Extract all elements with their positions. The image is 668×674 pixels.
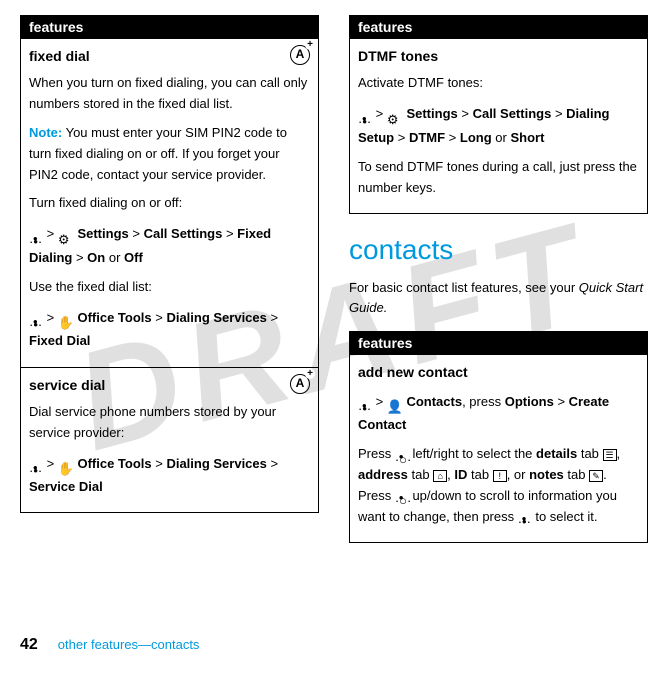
fixed-dial-note: Note: You must enter your SIM PIN2 code … — [29, 123, 310, 185]
t3: tab — [467, 467, 492, 482]
note-label: Note: — [29, 125, 62, 140]
d2: left/right to select the — [409, 446, 536, 461]
tools-icon: ✋ — [58, 457, 74, 471]
press-label: , press — [462, 394, 501, 409]
or-label: or — [495, 130, 507, 145]
call-settings-label: Call Settings — [473, 106, 552, 121]
nav-key-icon: ·○· — [395, 491, 409, 501]
contacts-label: Contacts — [406, 394, 462, 409]
add-contact-path: ·•· > 👤 Contacts, press Options > Create… — [358, 390, 639, 437]
fixed-dial-desc: When you turn on fixed dialing, you can … — [29, 73, 310, 115]
contacts-para: For basic contact list features, see you… — [349, 278, 648, 320]
on-label: On — [87, 250, 105, 265]
right-header2: features — [350, 332, 647, 354]
fixed-dial-path2: ·•· > ✋ Office Tools > Dialing Services … — [29, 306, 310, 353]
address-tab-icon: ⌂ — [433, 470, 447, 482]
t4: tab — [564, 467, 589, 482]
dtmf-label: DTMF — [409, 130, 445, 145]
options-label: Options — [505, 394, 554, 409]
operator-icon: A — [290, 374, 310, 394]
dtmf-title: DTMF tones — [358, 45, 438, 67]
fixed-dial-label: Fixed Dial — [29, 333, 90, 348]
t1: tab — [577, 446, 602, 461]
or-label: or — [109, 250, 121, 265]
page-footer: 42 other features—contacts — [20, 636, 199, 654]
footer-text: other features—contacts — [58, 637, 200, 652]
contacts-para1: For basic contact list features, see you… — [349, 280, 579, 295]
center-key-icon: ·•· — [358, 110, 372, 120]
notes-label: notes — [529, 467, 564, 482]
dialing-services-label: Dialing Services — [166, 456, 266, 471]
fixed-dial-title: fixed dial — [29, 45, 90, 67]
add-contact-desc: Press ·○· left/right to select the detai… — [358, 444, 639, 527]
contacts-icon: 👤 — [387, 395, 403, 409]
page-content: features fixed dial A When you turn on f… — [0, 0, 668, 558]
center-key-icon: ·•· — [29, 230, 43, 240]
d5: to select it. — [532, 509, 598, 524]
nav-key-icon: ·○· — [395, 450, 409, 460]
service-dial-title: service dial — [29, 374, 105, 396]
left-column: features fixed dial A When you turn on f… — [20, 15, 319, 543]
center-key-icon: ·•· — [29, 459, 43, 469]
long-label: Long — [460, 130, 492, 145]
right-column: features DTMF tones Activate DTMF tones:… — [349, 15, 648, 543]
dtmf-cell: DTMF tones Activate DTMF tones: ·•· > ⚙ … — [350, 38, 647, 213]
office-tools-label: Office Tools — [77, 310, 151, 325]
dtmf-activate: Activate DTMF tones: — [358, 73, 639, 94]
tools-icon: ✋ — [58, 311, 74, 325]
fixed-dial-cell: fixed dial A When you turn on fixed dial… — [21, 38, 318, 367]
t2: tab — [408, 467, 433, 482]
service-dial-path: ·•· > ✋ Office Tools > Dialing Services … — [29, 452, 310, 499]
short-label: Short — [510, 130, 544, 145]
add-contact-cell: add new contact ·•· > 👤 Contacts, press … — [350, 354, 647, 541]
call-settings-label: Call Settings — [144, 226, 223, 241]
service-dial-cell: service dial A Dial service phone number… — [21, 367, 318, 513]
settings-icon: ⚙ — [58, 228, 74, 242]
center-key-icon: ·•· — [518, 512, 532, 522]
details-tab-icon: ☰ — [603, 449, 617, 461]
right-header1: features — [350, 16, 647, 38]
contacts-heading: contacts — [349, 234, 648, 266]
center-key-icon: ·•· — [29, 313, 43, 323]
add-contact-table: features add new contact ·•· > 👤 Contact… — [349, 331, 648, 542]
turn-text: Turn fixed dialing on or off: — [29, 193, 310, 214]
left-header: features — [21, 16, 318, 38]
center-key-icon: ·•· — [358, 397, 372, 407]
settings-icon: ⚙ — [387, 108, 403, 122]
add-contact-title: add new contact — [358, 361, 468, 383]
use-text: Use the fixed dial list: — [29, 277, 310, 298]
off-label: Off — [124, 250, 143, 265]
notes-tab-icon: ✎ — [589, 470, 603, 482]
settings-label: Settings — [406, 106, 457, 121]
details-label: details — [536, 446, 577, 461]
operator-icon: A — [290, 45, 310, 65]
dialing-services-label: Dialing Services — [166, 310, 266, 325]
left-table: features fixed dial A When you turn on f… — [20, 15, 319, 513]
fixed-dial-path1: ·•· > ⚙ Settings > Call Settings > Fixed… — [29, 222, 310, 269]
office-tools-label: Office Tools — [77, 456, 151, 471]
address-label: address — [358, 467, 408, 482]
note-text: You must enter your SIM PIN2 code to tur… — [29, 125, 287, 182]
settings-label: Settings — [77, 226, 128, 241]
dtmf-send: To send DTMF tones during a call, just p… — [358, 157, 639, 199]
page-number: 42 — [20, 636, 38, 654]
dtmf-path: ·•· > ⚙ Settings > Call Settings > Diali… — [358, 102, 639, 149]
id-tab-icon: ! — [493, 470, 507, 482]
dtmf-table: features DTMF tones Activate DTMF tones:… — [349, 15, 648, 214]
service-dial-desc: Dial service phone numbers stored by you… — [29, 402, 310, 444]
service-dial-label: Service Dial — [29, 479, 103, 494]
d1: Press — [358, 446, 395, 461]
or2: , or — [507, 467, 529, 482]
id-label: ID — [454, 467, 467, 482]
